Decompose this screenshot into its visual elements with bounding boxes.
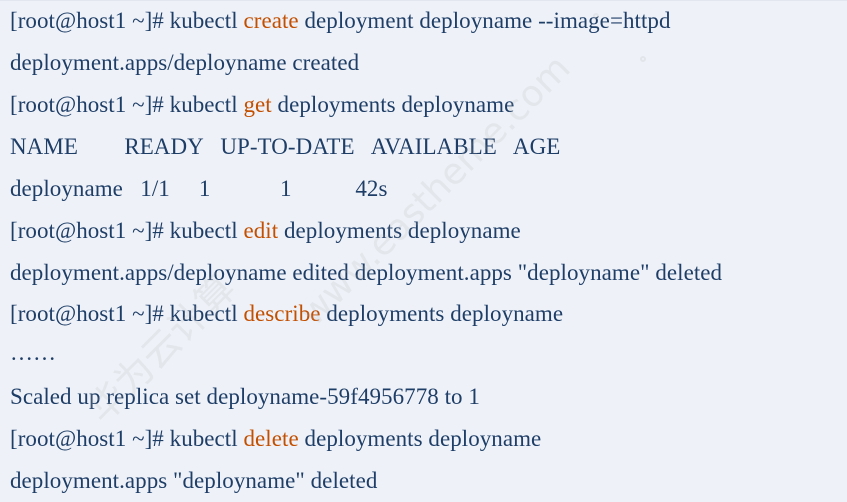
shell-prompt: [root@host1 ~]# (10, 301, 170, 326)
command-line-create: [root@host1 ~]# kubectl create deploymen… (10, 6, 671, 36)
terminal-output: [root@host1 ~]# kubectl create deploymen… (0, 0, 847, 502)
command-name: kubectl (169, 92, 244, 117)
edit-output: deployment.apps/deployname edited deploy… (10, 260, 723, 285)
command-verb-create: create (243, 8, 299, 33)
command-arguments: deployment deployname --image=httpd (298, 8, 671, 33)
command-verb-delete: delete (243, 426, 299, 451)
table-row: deployname 1/1 1 1 42s (10, 176, 388, 201)
command-arguments: deployments deployname (271, 92, 515, 117)
command-name: kubectl (169, 8, 244, 33)
table-header: NAME READY UP-TO-DATE AVAILABLE AGE (10, 134, 561, 159)
describe-output: Scaled up replica set deployname-59f4956… (10, 384, 480, 409)
command-arguments: deployments deployname (298, 426, 542, 451)
shell-prompt: [root@host1 ~]# (10, 92, 170, 117)
command-name: kubectl (169, 301, 244, 326)
command-verb-get: get (243, 92, 272, 117)
command-line-delete: [root@host1 ~]# kubectl delete deploymen… (10, 424, 541, 454)
command-name: kubectl (169, 426, 244, 451)
truncated-output: …… (10, 340, 57, 365)
command-verb-describe: describe (243, 301, 321, 326)
shell-prompt: [root@host1 ~]# (10, 8, 170, 33)
command-arguments: deployments deployname (320, 301, 564, 326)
create-output: deployment.apps/deployname created (10, 50, 360, 75)
shell-prompt: [root@host1 ~]# (10, 426, 170, 451)
shell-prompt: [root@host1 ~]# (10, 218, 170, 243)
command-line-get: [root@host1 ~]# kubectl get deployments … (10, 90, 514, 120)
command-arguments: deployments deployname (278, 218, 521, 243)
delete-output: deployment.apps "deployname" deleted (10, 468, 378, 493)
command-verb-edit: edit (243, 218, 279, 243)
command-line-edit: [root@host1 ~]# kubectl edit deployments… (10, 216, 521, 246)
command-name: kubectl (169, 218, 244, 243)
command-line-describe: [root@host1 ~]# kubectl describe deploym… (10, 299, 563, 329)
